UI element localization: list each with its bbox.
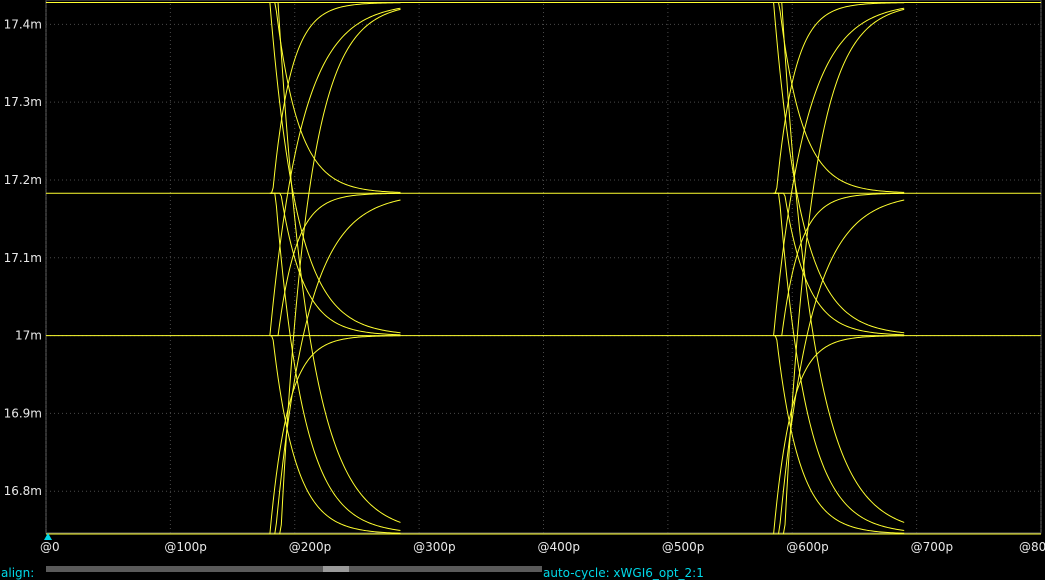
transition-trace	[269, 192, 401, 337]
align-label: align:	[1, 566, 35, 580]
transition-trace	[773, 335, 905, 534]
waveform-traces	[269, 2, 905, 535]
x-tick-label: @700p	[911, 540, 954, 554]
auto-cycle-label[interactable]: auto-cycle: xWGI6_opt_2:1	[543, 566, 704, 580]
transition-trace	[773, 192, 905, 531]
transition-trace	[773, 192, 905, 336]
transition-trace	[773, 2, 905, 334]
transition-trace	[773, 192, 905, 337]
transition-trace	[773, 335, 905, 535]
transition-trace	[269, 199, 401, 535]
transition-trace	[773, 199, 905, 535]
y-axis-tick-labels: 16.8m 16.9m 17m 17.1m 17.2m 17.3m 17.4m	[4, 17, 42, 498]
x-tick-label: @400p	[538, 540, 581, 554]
grid-lines	[45, 0, 1042, 534]
y-tick-label: 17m	[15, 329, 42, 343]
x-tick-label: @0	[40, 540, 60, 554]
transition-trace	[269, 192, 401, 531]
x-tick-label: @100p	[164, 540, 207, 554]
y-tick-label: 17.4m	[4, 17, 42, 31]
scrollbar-thumb[interactable]	[323, 566, 349, 572]
x-tick-label: @500p	[662, 540, 705, 554]
y-tick-label: 17.1m	[4, 251, 42, 265]
y-tick-label: 17.3m	[4, 95, 42, 109]
x-tick-label: @300p	[413, 540, 456, 554]
x-tick-label: @800p	[1019, 540, 1045, 554]
y-tick-label: 16.9m	[4, 406, 42, 420]
x-tick-label: @600p	[786, 540, 829, 554]
transition-trace	[269, 2, 401, 334]
transition-trace	[269, 335, 401, 535]
y-tick-label: 16.8m	[4, 484, 42, 498]
x-axis-tick-labels: @0 @100p @200p @300p @400p @500p @600p @700p @80…	[40, 540, 1045, 554]
y-tick-label: 17.2m	[4, 173, 42, 187]
cursor-marker-icon[interactable]	[44, 533, 52, 540]
transition-trace	[269, 335, 401, 534]
transition-trace	[269, 192, 401, 336]
x-tick-label: @200p	[289, 540, 332, 554]
eye-diagram-plot: 16.8m 16.9m 17m 17.1m 17.2m 17.3m 17.4m @0 @100…	[4, 0, 1045, 554]
horizontal-scrollbar[interactable]	[46, 566, 542, 572]
plot-frame	[45, 0, 1042, 534]
